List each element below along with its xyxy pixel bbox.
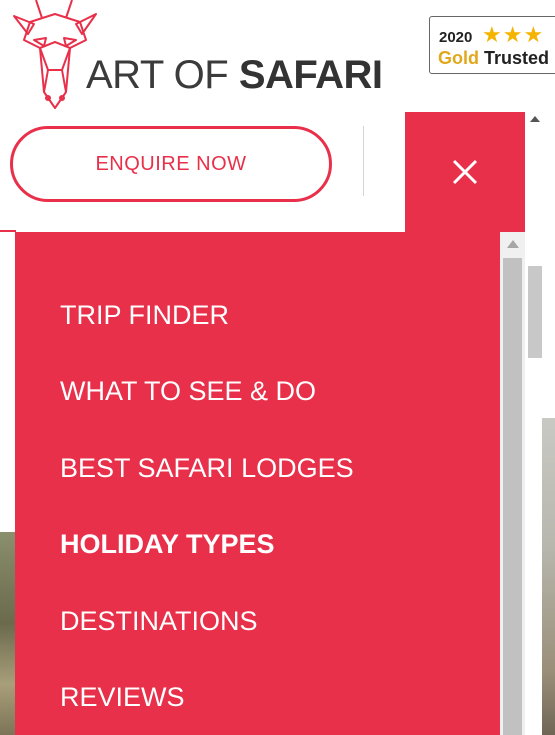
logo-text-bold: SAFARI <box>238 53 383 97</box>
enquire-now-button[interactable]: ENQUIRE NOW <box>10 126 332 202</box>
background-photo-right <box>542 418 555 735</box>
menu-scroll-up-arrow-icon[interactable] <box>507 240 519 248</box>
menu-item-reviews[interactable]: REVIEWS <box>60 680 185 714</box>
page-scrollbar[interactable] <box>525 112 555 418</box>
star-icons: ★★★ <box>482 22 545 47</box>
menu-item-what-to-see-do[interactable]: WHAT TO SEE & DO <box>60 374 316 408</box>
site-logo[interactable]: ART OF SAFARI <box>0 0 383 112</box>
badge-year: 2020 <box>439 29 473 46</box>
page-scroll-up-arrow-icon[interactable] <box>530 116 540 122</box>
page: ART OF SAFARI 2020 ★★★ Gold Trusted ENQU… <box>0 0 555 735</box>
menu-item-trip-finder[interactable]: TRIP FINDER <box>60 298 229 332</box>
badge-label: Gold Trusted <box>438 48 549 69</box>
menu-item-best-safari-lodges[interactable]: BEST SAFARI LODGES <box>60 451 354 485</box>
menu-scrollbar-thumb[interactable] <box>503 258 522 735</box>
main-menu: TRIP FINDER WHAT TO SEE & DO BEST SAFARI… <box>15 232 500 735</box>
header-divider <box>363 126 364 196</box>
badge-label-gold: Gold <box>438 48 479 68</box>
logo-wordmark: ART OF SAFARI <box>86 52 383 98</box>
background-photo-left <box>0 532 16 735</box>
page-scrollbar-thumb[interactable] <box>528 266 542 358</box>
close-icon <box>452 159 478 185</box>
background-rule <box>0 230 16 232</box>
trusted-badge[interactable]: 2020 ★★★ Gold Trusted <box>429 16 555 74</box>
badge-label-trusted: Trusted <box>479 48 550 68</box>
menu-item-holiday-types[interactable]: HOLIDAY TYPES <box>60 527 275 561</box>
menu-item-destinations[interactable]: DESTINATIONS <box>60 604 258 638</box>
logo-text-light: ART OF <box>86 53 239 97</box>
close-menu-button[interactable] <box>405 112 525 232</box>
